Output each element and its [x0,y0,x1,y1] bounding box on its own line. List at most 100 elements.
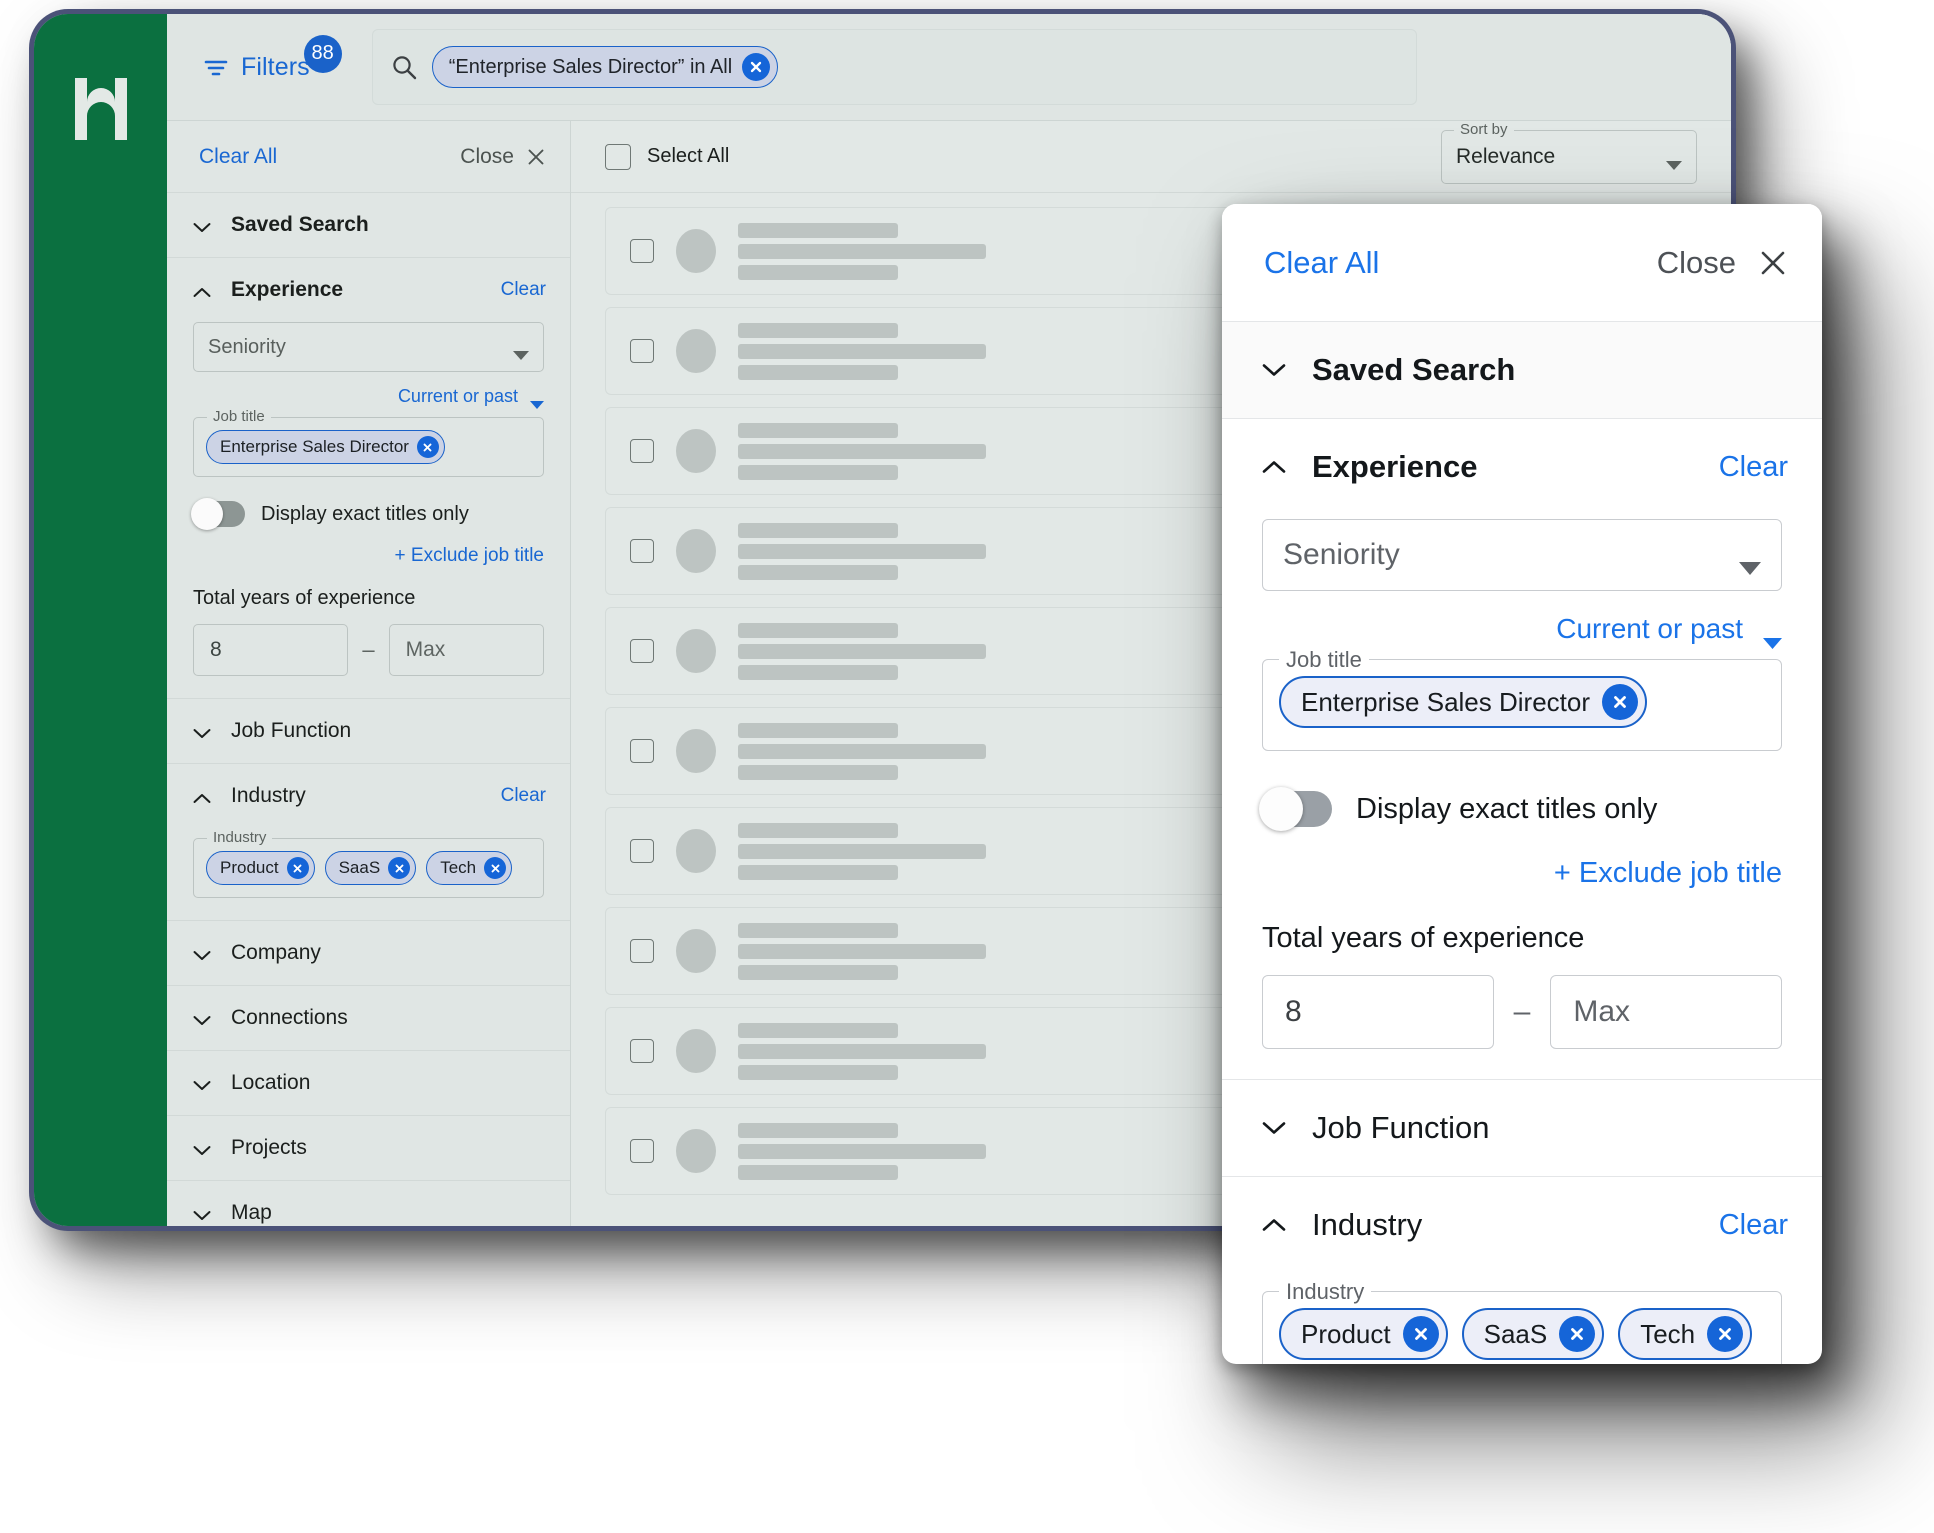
sidebar-industry-clear-button[interactable]: Clear [501,785,546,807]
chevron-down-icon [193,726,211,738]
industry-tag[interactable]: Product [206,851,315,885]
exclude-job-title-button[interactable]: + Exclude job title [193,545,544,567]
sidebar-section-header[interactable]: Job Function [167,699,570,763]
skeleton-line [738,664,898,680]
card-seniority-select[interactable]: Seniority [1262,519,1782,591]
card-section-industry: Industry Clear Industry Product SaaS Tec… [1222,1177,1822,1364]
card-industry-tag[interactable]: Product [1279,1308,1448,1360]
skeleton-line [738,1122,898,1138]
avatar [676,1129,716,1173]
card-exact-titles-toggle[interactable] [1259,787,1332,831]
card-clear-all-button[interactable]: Clear All [1264,245,1379,281]
card-close-button[interactable]: Close [1657,245,1788,281]
card-industry-tag[interactable]: SaaS [1461,1308,1605,1360]
card-years-max-input[interactable]: Max [1550,975,1782,1049]
sidebar-section-header[interactable]: Projects [167,1116,570,1180]
row-checkbox[interactable] [630,839,654,863]
card-current-or-past-dropdown[interactable]: Current or past [1262,613,1782,649]
close-circle-icon[interactable] [1707,1316,1744,1352]
row-checkbox[interactable] [630,539,654,563]
skeleton-line [738,343,986,359]
close-circle-icon[interactable] [286,857,309,879]
sidebar-section-header[interactable]: Company [167,921,570,985]
card-section-header[interactable]: Saved Search [1222,322,1822,418]
card-job-title-tag[interactable]: Enterprise Sales Director [1279,676,1647,728]
card-exclude-job-title-button[interactable]: + Exclude job title [1262,857,1782,890]
job-title-legend: Job title [207,408,271,425]
sidebar-experience-body: Seniority Current or past Job title Ente… [167,322,570,698]
filters-button[interactable]: Filters 88 [203,34,342,82]
skeleton-line [738,564,898,580]
chevron-down-icon [1262,363,1286,377]
select-all-checkbox[interactable] [605,143,631,170]
sidebar-section-title: Map [231,1201,272,1224]
row-checkbox[interactable] [630,339,654,363]
row-checkbox[interactable] [630,639,654,663]
sidebar-close-button[interactable]: Close [460,145,546,169]
skeleton-line [738,622,898,638]
close-circle-icon[interactable] [388,857,411,879]
sidebar-section-saved-search: Saved Search [167,193,570,258]
skeleton-line [738,864,898,880]
seniority-select[interactable]: Seniority [193,322,544,372]
avatar [676,829,716,873]
current-or-past-dropdown[interactable]: Current or past [193,386,544,409]
sidebar-section-header[interactable]: Industry Clear [167,764,570,828]
search-bar[interactable]: “Enterprise Sales Director” in All [371,29,1417,105]
row-checkbox[interactable] [630,439,654,463]
close-circle-icon[interactable] [1559,1316,1596,1352]
industry-tag[interactable]: SaaS [324,851,417,885]
row-checkbox[interactable] [630,739,654,763]
search-query-chip[interactable]: “Enterprise Sales Director” in All [431,46,779,88]
sort-by-value: Relevance [1456,144,1556,168]
sidebar-section-title: Projects [231,1136,307,1159]
years-max-input[interactable]: Max [388,624,544,676]
close-circle-icon[interactable] [1602,684,1638,720]
card-industry-clear-button[interactable]: Clear [1719,1209,1788,1242]
sidebar-section-header[interactable]: Saved Search [167,193,570,257]
industry-tag[interactable]: Tech [426,851,513,885]
card-industry-tag[interactable]: Tech [1618,1308,1753,1360]
skeleton-line [738,1143,986,1159]
row-checkbox[interactable] [630,1139,654,1163]
card-section-header[interactable]: Job Function [1222,1080,1822,1176]
sort-by-select[interactable]: Sort by Relevance [1441,120,1697,184]
card-section-header[interactable]: Industry Clear [1222,1177,1822,1273]
skeleton-line [738,743,986,759]
app-logo-icon[interactable] [73,78,129,140]
card-experience-clear-button[interactable]: Clear [1719,451,1788,484]
industry-field[interactable]: Industry Product SaaS Tech [193,829,544,898]
exact-titles-toggle-row[interactable]: Display exact titles only [191,498,544,530]
chevron-down-icon [1739,549,1761,575]
card-section-title: Experience [1312,449,1478,484]
close-circle-icon[interactable] [484,857,507,879]
sidebar-section-header[interactable]: Location [167,1051,570,1115]
job-title-field[interactable]: Job title Enterprise Sales Director [193,408,544,477]
screenshot-stage: Filters 88 “Enterprise Sales Director” i… [0,0,1934,1533]
sidebar-section-header[interactable]: Map [167,1181,570,1226]
row-checkbox[interactable] [630,239,654,263]
close-circle-icon[interactable] [416,436,439,458]
years-min-input[interactable]: 8 [193,624,349,676]
skeleton-line [738,322,898,338]
close-circle-icon[interactable] [1402,1316,1439,1352]
card-section-header[interactable]: Experience Clear [1222,419,1822,515]
job-title-tag[interactable]: Enterprise Sales Director [206,430,445,464]
card-job-title-field[interactable]: Job title Enterprise Sales Director [1262,647,1782,751]
sidebar-experience-clear-button[interactable]: Clear [501,279,546,301]
row-checkbox[interactable] [630,1039,654,1063]
close-circle-icon[interactable] [742,53,771,81]
select-all-label: Select All [647,145,730,167]
card-years-min-input[interactable]: 8 [1262,975,1494,1049]
card-industry-field[interactable]: Industry Product SaaS Tech [1262,1279,1782,1364]
exact-titles-toggle[interactable] [191,498,245,530]
card-job-title-tag-label: Enterprise Sales Director [1301,686,1590,717]
sidebar-industry-body: Industry Product SaaS Tech [167,829,570,920]
sidebar-section-header[interactable]: Connections [167,986,570,1050]
card-exact-titles-toggle-row[interactable]: Display exact titles only [1259,787,1782,831]
card-range-dash: – [1513,995,1531,1028]
skeleton-line [738,422,898,438]
sidebar-clear-all-button[interactable]: Clear All [199,145,277,169]
sidebar-section-header[interactable]: Experience Clear [167,258,570,322]
row-checkbox[interactable] [630,939,654,963]
